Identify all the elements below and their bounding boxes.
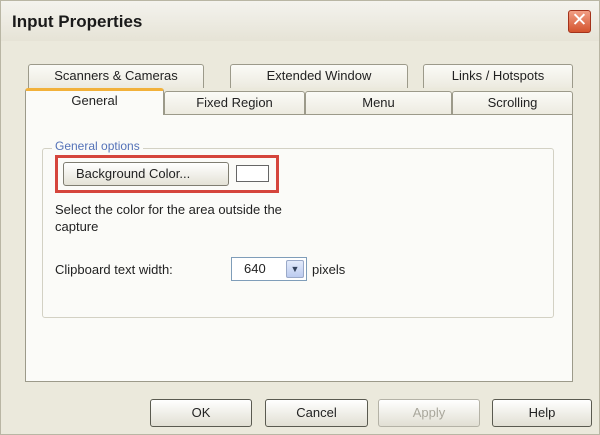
group-legend: General options [52,139,143,153]
background-color-swatch[interactable] [236,165,269,182]
chevron-down-icon[interactable]: ▼ [286,260,304,278]
apply-button[interactable]: Apply [378,399,480,427]
tab-label: Fixed Region [196,95,273,110]
clipboard-width-units: pixels [312,262,346,277]
tab-label: Scrolling [487,95,538,110]
tab-label: Scanners & Cameras [54,68,178,83]
close-button[interactable]: ✕ [568,10,591,33]
background-color-button[interactable]: Background Color... [63,162,229,186]
background-color-description: Select the color for the area outside th… [55,202,282,234]
tab-label: Extended Window [266,68,372,83]
general-tab-panel: General options Background Color... Sele… [25,114,573,382]
highlight-frame: Background Color... [55,155,279,193]
help-button[interactable]: Help [492,399,592,427]
tab-label: General [71,93,118,108]
ok-button[interactable]: OK [150,399,252,427]
tab-label: Menu [362,95,395,110]
tab-fixed-region[interactable]: Fixed Region [164,91,305,115]
tab-menu[interactable]: Menu [305,91,452,115]
dialog-title: Input Properties [12,12,143,31]
clipboard-width-label: Clipboard text width: [55,262,173,277]
close-icon: ✕ [571,10,588,31]
tab-scrolling[interactable]: Scrolling [452,91,573,115]
tab-extended-window[interactable]: Extended Window [230,64,408,88]
tab-general[interactable]: General [25,88,164,115]
cancel-button[interactable]: Cancel [265,399,368,427]
input-properties-dialog: Input Properties ✕ Scanners & Cameras Ex… [0,0,600,435]
clipboard-width-select[interactable]: 640 ▼ [231,257,307,281]
clipboard-width-value: 640 [244,261,266,276]
tab-scanners-cameras[interactable]: Scanners & Cameras [28,64,204,88]
title-bar[interactable]: Input Properties ✕ [1,1,599,41]
tab-label: Links / Hotspots [451,68,545,83]
tab-links-hotspots[interactable]: Links / Hotspots [423,64,573,88]
